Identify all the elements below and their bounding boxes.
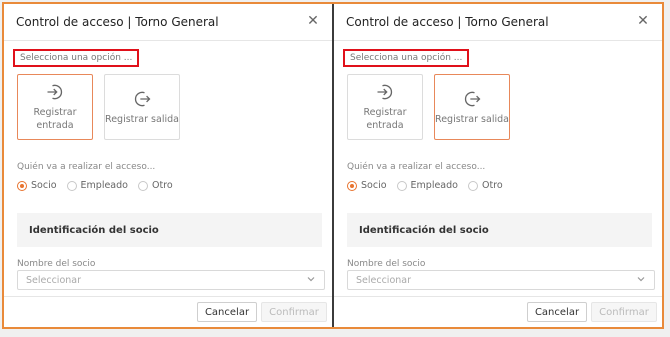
who-access-question: Quién va a realizar el acceso... [17,162,156,172]
radio-otro[interactable]: Otro [137,180,173,191]
register-entry-option[interactable]: Registrar entrada [347,74,423,140]
radio-otro[interactable]: Otro [467,180,503,191]
select-option-prompt: Selecciona una opción ... [343,49,470,67]
radio-label: Socio [31,180,57,191]
chevron-down-icon [307,277,315,282]
radio-checked-icon [347,180,357,191]
close-icon[interactable]: ✕ [306,14,320,28]
cancel-button[interactable]: Cancelar [527,302,587,322]
dialog-title: Control de acceso | Torno General [16,15,219,29]
confirm-button[interactable]: Confirmar [591,302,657,322]
logout-icon [134,91,151,106]
dialog-footer: Cancelar Confirmar [4,296,332,327]
dialog-header: Control de acceso | Torno General ✕ [4,4,332,41]
radio-unchecked-icon [396,180,407,191]
logout-icon [464,91,481,106]
person-type-radio-group: Socio Empleado Otro [17,180,173,191]
dialog-header: Control de acceso | Torno General ✕ [334,4,662,41]
radio-empleado[interactable]: Empleado [66,180,128,191]
register-entry-label: Registrar entrada [363,107,407,131]
member-identification-section: Identificación del socio [347,213,652,247]
confirm-button[interactable]: Confirmar [261,302,327,322]
register-exit-label: Registrar salida [105,113,179,125]
register-exit-option[interactable]: Registrar salida [104,74,180,140]
dialog-title: Control de acceso | Torno General [346,15,549,29]
radio-socio[interactable]: Socio [347,180,387,191]
select-placeholder: Seleccionar [26,274,82,286]
radio-label: Empleado [80,180,128,191]
cancel-button[interactable]: Cancelar [197,302,257,322]
radio-label: Empleado [410,180,458,191]
radio-empleado[interactable]: Empleado [396,180,458,191]
screenshot-frame: Control de acceso | Torno General ✕ Sele… [2,2,664,329]
radio-socio[interactable]: Socio [17,180,57,191]
person-type-radio-group: Socio Empleado Otro [347,180,503,191]
select-option-prompt: Selecciona una opción ... [13,49,140,67]
select-placeholder: Seleccionar [356,274,412,286]
radio-label: Otro [481,180,503,191]
radio-unchecked-icon [137,180,148,191]
register-exit-label: Registrar salida [435,113,509,125]
radio-unchecked-icon [66,180,77,191]
member-name-select[interactable]: Seleccionar [17,270,325,290]
member-name-label: Nombre del socio [347,259,426,269]
login-icon [377,84,393,100]
radio-label: Socio [361,180,387,191]
radio-label: Otro [151,180,173,191]
access-dialog-left: Control de acceso | Torno General ✕ Sele… [4,4,332,327]
chevron-down-icon [637,277,645,282]
radio-checked-icon [17,180,27,191]
register-exit-option[interactable]: Registrar salida [434,74,510,140]
member-name-select[interactable]: Seleccionar [347,270,655,290]
radio-unchecked-icon [467,180,478,191]
who-access-question: Quién va a realizar el acceso... [347,162,486,172]
register-entry-option[interactable]: Registrar entrada [17,74,93,140]
member-identification-section: Identificación del socio [17,213,322,247]
register-entry-label: Registrar entrada [33,107,77,131]
member-name-label: Nombre del socio [17,259,96,269]
dialog-footer: Cancelar Confirmar [334,296,662,327]
login-icon [47,84,63,100]
close-icon[interactable]: ✕ [636,14,650,28]
access-dialog-right: Control de acceso | Torno General ✕ Sele… [334,4,662,327]
